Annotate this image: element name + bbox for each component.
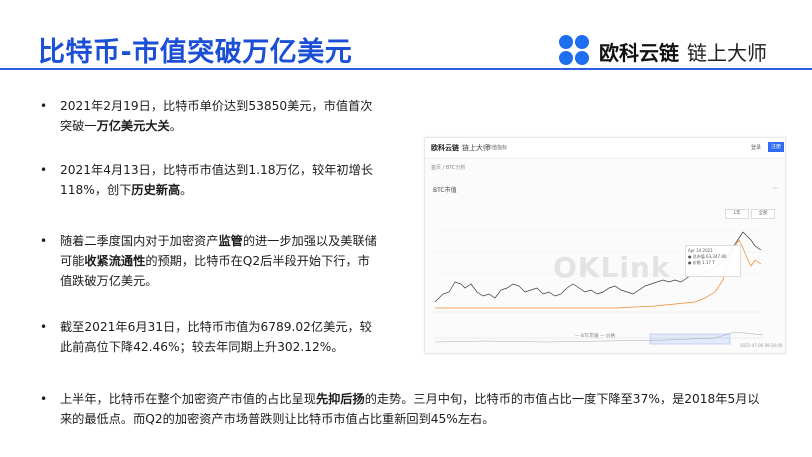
range-button: 1年 <box>725 209 749 219</box>
title-divider <box>0 68 812 70</box>
screenshot-breadcrumb: 首页 / BTC分析 <box>431 165 466 171</box>
chart-tooltip: Apr 14 2021 ● 总市值 63,347.80 ● 价格 1.17 T <box>685 245 741 277</box>
chart-legend: — BTC市值 — 价格 <box>575 334 616 339</box>
logo-mark-icon <box>559 35 593 67</box>
page-title: 比特币-市值突破万亿美元 <box>38 37 353 68</box>
embedded-screenshot: 欧科云链 链上大师 市值指标 登录 注册 首页 / BTC分析 BTC市值 ⋯ 1… <box>424 137 786 354</box>
screenshot-signup: 注册 <box>768 142 784 152</box>
logo: 欧科云链 链上大师 <box>559 35 767 67</box>
watermark: OKLink <box>553 251 671 284</box>
bullet-dot: • <box>40 163 48 177</box>
bullet-dot: • <box>40 99 48 113</box>
bullet-text: 2021年4月13日，比特币市值达到1.18万亿，较年初增长118%，创下历史新… <box>60 163 373 197</box>
screenshot-series-title: BTC市值 <box>433 187 457 194</box>
screenshot-login: 登录 <box>751 145 762 151</box>
screenshot-nav: 市值指标 <box>487 145 508 151</box>
menu-icon: ⋯ <box>772 184 779 192</box>
bullet-text: 上半年，比特币在整个加密资产市值的占比呈现先抑后扬的走势。三月中旬，比特币的市值… <box>60 392 760 426</box>
range-button: 全部 <box>751 209 775 219</box>
screenshot-timestamp: 2021-07-06 09:30:00 <box>740 343 783 348</box>
bullet-dot: • <box>40 320 48 334</box>
bullet-text: 截至2021年6月31日，比特币市值为6789.02亿美元，较此前高位下降42.… <box>60 320 372 354</box>
bullet-text: 随着二季度国内对于加密资产监管的进一步加强以及美联储可能收紧流通性的预期，比特币… <box>60 234 377 288</box>
bullet-dot: • <box>40 234 48 248</box>
slide: 比特币-市值突破万亿美元 欧科云链 链上大师 • 2021年2月19日，比特币单… <box>0 0 812 457</box>
logo-brand: 欧科云链 <box>599 40 679 65</box>
screenshot-brand: 欧科云链 链上大师 <box>431 144 490 152</box>
bullet-text: 2021年2月19日，比特币单价达到53850美元，市值首次突破一万亿美元大关。 <box>60 99 373 133</box>
screenshot-header: 欧科云链 链上大师 市值指标 登录 注册 <box>425 138 785 159</box>
logo-sub: 链上大师 <box>687 40 767 65</box>
bullet-dot: • <box>40 392 48 406</box>
